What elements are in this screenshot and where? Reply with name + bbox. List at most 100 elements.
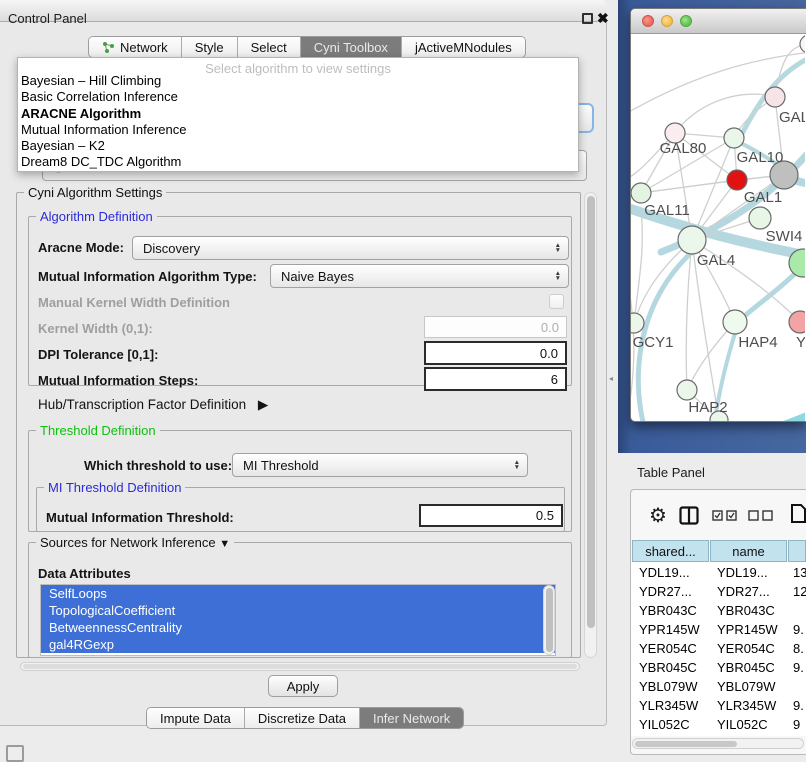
dropdown-option[interactable]: Basic Correlation Inference <box>18 89 578 105</box>
apply-button[interactable]: Apply <box>268 675 338 697</box>
checked-rows-icon[interactable] <box>712 510 738 521</box>
network-graph-canvas[interactable]: GAL GAL80 GAL10 GAL1 GAL11 SWI4 GAL4 GCY… <box>631 34 805 422</box>
network-node[interactable] <box>631 313 644 333</box>
unchecked-rows-icon[interactable] <box>748 510 774 521</box>
network-node-red[interactable] <box>727 170 747 190</box>
network-node[interactable] <box>678 226 706 254</box>
table-cell[interactable]: YBR045C <box>717 660 775 675</box>
tab-jactivemnodules[interactable]: jActiveMNodules <box>402 37 525 57</box>
node-label: GAL10 <box>737 149 784 166</box>
node-label: GAL1 <box>744 189 782 206</box>
network-window-titlebar[interactable] <box>631 9 806 34</box>
mi-threshold-field[interactable]: 0.5 <box>419 504 563 527</box>
column-header-shared[interactable]: shared... <box>632 540 709 562</box>
tab-impute-data[interactable]: Impute Data <box>147 708 245 728</box>
mi-algorithm-type-combo[interactable]: Naive Bayes ▲▼ <box>270 264 569 288</box>
panel-resize-handle[interactable]: ◂ <box>609 374 613 383</box>
network-node[interactable] <box>800 35 805 53</box>
network-node[interactable] <box>677 380 697 400</box>
column-header-clipped[interactable] <box>788 540 806 562</box>
table-cell[interactable]: 8. <box>793 641 804 656</box>
gear-icon[interactable]: ⚙ <box>649 503 667 528</box>
dropdown-option-selected[interactable]: ARACNE Algorithm <box>18 106 578 122</box>
table-cell[interactable]: YBL079W <box>639 679 698 694</box>
dropdown-option[interactable]: Mutual Information Inference <box>18 122 578 138</box>
table-cell[interactable]: 12 <box>793 584 806 599</box>
new-table-icon[interactable] <box>790 503 806 524</box>
hub-transcription-toggle[interactable]: Hub/Transcription Factor Definition ▶ <box>38 397 268 413</box>
settings-vertical-scrollbar[interactable] <box>584 192 597 658</box>
table-cell[interactable]: YDR27... <box>717 584 770 599</box>
dropdown-option[interactable]: Bayesian – K2 <box>18 138 578 154</box>
which-threshold-combo[interactable]: MI Threshold ▲▼ <box>232 453 528 477</box>
network-node[interactable] <box>723 310 747 334</box>
close-icon[interactable]: ✖ <box>597 10 609 26</box>
list-item[interactable]: SelfLoops <box>41 585 555 602</box>
table-cell[interactable]: YER054C <box>639 641 697 656</box>
table-cell[interactable]: YIL052C <box>717 717 768 732</box>
combo-stepper-icon: ▲▼ <box>514 460 520 471</box>
mi-steps-label: Mutual Information Steps: <box>38 373 198 388</box>
table-horizontal-scrollbar[interactable] <box>632 738 804 749</box>
table-cell[interactable]: YER054C <box>717 641 775 656</box>
network-node[interactable] <box>724 128 744 148</box>
node-label: GAL80 <box>660 140 707 157</box>
zoom-traffic-light-icon[interactable] <box>680 15 692 27</box>
collapsed-panel-icon[interactable] <box>6 745 24 762</box>
sources-title[interactable]: Sources for Network Inference ▼ <box>36 535 234 550</box>
network-view-window[interactable]: GAL GAL80 GAL10 GAL1 GAL11 SWI4 GAL4 GCY… <box>630 8 806 422</box>
tab-style[interactable]: Style <box>182 37 238 57</box>
network-node[interactable] <box>631 183 651 203</box>
tab-cyni-toolbox[interactable]: Cyni Toolbox <box>301 37 402 57</box>
table-cell[interactable]: 9. <box>793 660 804 675</box>
dpi-tolerance-field[interactable]: 0.0 <box>424 341 567 365</box>
list-item[interactable]: TopologicalCoefficient <box>41 602 555 619</box>
table-cell[interactable]: 9. <box>793 622 804 637</box>
table-cell[interactable]: 13 <box>793 565 806 580</box>
mi-steps-field[interactable]: 6 <box>424 367 567 391</box>
data-attributes-list[interactable]: SelfLoops TopologicalCoefficient Between… <box>40 584 556 656</box>
table-cell[interactable]: YDL19... <box>717 565 768 580</box>
split-columns-icon[interactable] <box>679 506 699 525</box>
table-cell[interactable]: YDR27... <box>639 584 692 599</box>
kernel-width-value: 0.0 <box>541 320 559 335</box>
network-node[interactable] <box>789 311 805 333</box>
table-cell[interactable]: YBR043C <box>639 603 697 618</box>
scrollbar-thumb[interactable] <box>546 588 553 652</box>
table-cell[interactable]: YIL052C <box>639 717 690 732</box>
list-item[interactable]: gal4RGexp <box>41 636 555 653</box>
table-cell[interactable]: YPR145W <box>717 622 778 637</box>
node-label: SWI4 <box>766 228 803 245</box>
scrollbar-thumb[interactable] <box>635 741 737 747</box>
tab-discretize-data[interactable]: Discretize Data <box>245 708 360 728</box>
table-cell[interactable]: YLR345W <box>639 698 698 713</box>
scrollbar-thumb[interactable] <box>23 664 577 669</box>
table-cell[interactable]: YPR145W <box>639 622 700 637</box>
settings-horizontal-scrollbar[interactable] <box>20 662 580 671</box>
table-cell[interactable]: YDL19... <box>639 565 690 580</box>
float-window-icon[interactable] <box>582 13 593 24</box>
tab-select[interactable]: Select <box>238 37 301 57</box>
table-cell[interactable]: 9 <box>793 717 800 732</box>
minimize-traffic-light-icon[interactable] <box>661 15 673 27</box>
tab-network[interactable]: Network <box>89 37 182 57</box>
tab-infer-network[interactable]: Infer Network <box>360 708 463 728</box>
table-cell[interactable]: 9. <box>793 698 804 713</box>
scrollbar-thumb[interactable] <box>587 196 595 628</box>
dropdown-option[interactable]: Dream8 DC_TDC Algorithm <box>18 154 578 170</box>
table-cell[interactable]: YLR345W <box>717 698 776 713</box>
aracne-mode-combo[interactable]: Discovery ▲▼ <box>132 236 569 260</box>
close-traffic-light-icon[interactable] <box>642 15 654 27</box>
control-panel-titlebar[interactable]: Control Panel ✖ <box>0 0 607 22</box>
manual-kernel-width-checkbox[interactable] <box>549 294 564 309</box>
column-header-name[interactable]: name <box>710 540 787 562</box>
table-rows-viewport[interactable]: YDL19... YDL19... 13 YDR27... YDR27... 1… <box>630 562 806 736</box>
network-node[interactable] <box>765 87 785 107</box>
table-cell[interactable]: YBR045C <box>639 660 697 675</box>
table-cell[interactable]: YBR043C <box>717 603 775 618</box>
list-item[interactable]: BetweennessCentrality <box>41 619 555 636</box>
network-node[interactable] <box>749 207 771 229</box>
hub-transcription-label: Hub/Transcription Factor Definition <box>38 397 246 412</box>
list-vertical-scrollbar[interactable] <box>543 585 555 655</box>
table-cell[interactable]: YBL079W <box>717 679 776 694</box>
